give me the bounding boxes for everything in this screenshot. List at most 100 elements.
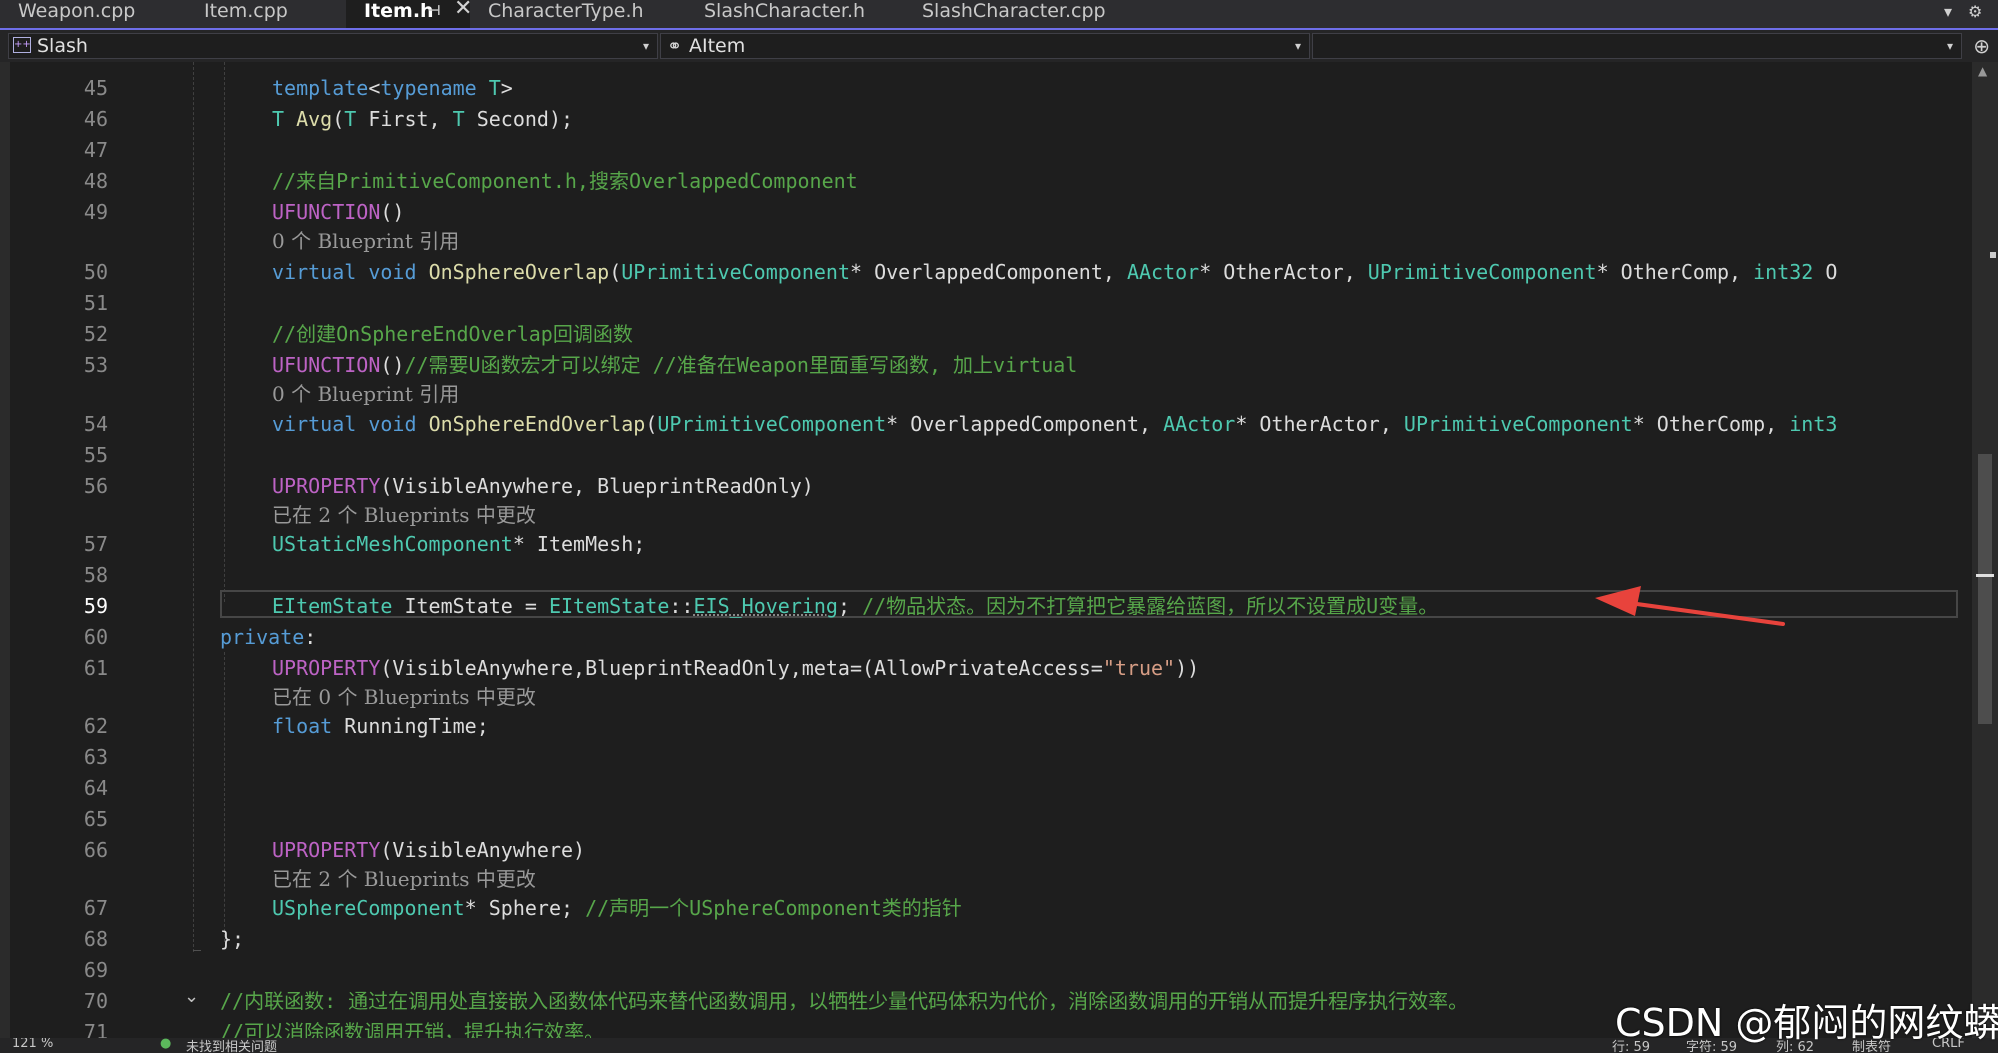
code-line-52-comment: //创建OnSphereEndOverlap回调函数 <box>272 322 633 346</box>
code-line-71-comment: //可以消除函数调用开销，提升执行效率。 <box>220 1020 605 1038</box>
issues-status[interactable]: 未找到相关问题 <box>186 1038 277 1053</box>
line-number: 50 <box>83 260 108 284</box>
project-dropdown[interactable]: ++ Slash ▾ <box>8 33 658 59</box>
code-line-62: float RunningTime; <box>272 712 489 740</box>
tab-item-cpp[interactable]: Item.cpp <box>186 0 346 28</box>
indent-guide <box>224 62 225 602</box>
token: (VisibleAnywhere) <box>380 838 586 862</box>
function-name: OnSphereOverlap <box>428 260 610 284</box>
token: * Sphere; <box>464 896 574 920</box>
scrollbar-thumb[interactable] <box>1978 454 1992 724</box>
line-number: 64 <box>83 776 108 800</box>
type-token: UPrimitiveComponent <box>657 412 887 436</box>
line-number: 63 <box>83 745 108 769</box>
vertical-scrollbar[interactable]: ▲ <box>1972 62 1998 1038</box>
macro: UFUNCTION <box>272 200 381 224</box>
tab-label: Item.h <box>364 0 434 22</box>
token: ( <box>609 260 622 284</box>
token: First, <box>356 107 453 131</box>
string-literal: "true" <box>1102 656 1176 680</box>
enum-value: EIS_Hovering <box>693 594 838 618</box>
scroll-up-icon[interactable]: ▲ <box>1978 64 1987 78</box>
token: :: <box>669 594 694 618</box>
line-number: 70 <box>83 989 108 1013</box>
member-dropdown[interactable]: ▾ <box>1312 33 1962 59</box>
code-line-68: }; <box>220 927 245 951</box>
macro: UPROPERTY <box>272 656 381 680</box>
code-line-67: USphereComponent* Sphere; //声明一个USphereC… <box>272 894 962 922</box>
type-token: T <box>452 107 465 131</box>
line-number: 60 <box>83 625 108 649</box>
keyword: float <box>272 714 333 738</box>
class-icon: ⚭ <box>667 36 683 57</box>
caret-position-marker <box>1976 574 1994 577</box>
line-number: 66 <box>83 838 108 862</box>
line-number: 56 <box>83 474 108 498</box>
codelens-blueprint-refs[interactable]: 0 个 Blueprint 引用 <box>272 228 459 254</box>
line-number: 51 <box>83 291 108 315</box>
keyword: void <box>368 260 417 284</box>
line-number: 71 <box>83 1020 108 1038</box>
type-token: int3 <box>1789 412 1838 436</box>
scope-dropdown[interactable]: ⚭ AItem ▾ <box>660 33 1310 59</box>
tab-label: SlashCharacter.cpp <box>922 0 1106 22</box>
type-token: EItemState <box>272 594 393 618</box>
pin-icon[interactable]: ⊣ <box>428 0 441 22</box>
keyword: virtual <box>272 260 357 284</box>
code-line-46: T Avg(T First, T Second); <box>272 105 573 133</box>
type-token: UPrimitiveComponent <box>621 260 851 284</box>
csdn-watermark: CSDN @郁闷的网纹蟒 <box>1615 1001 1998 1045</box>
tab-charactertype-h[interactable]: CharacterType.h <box>470 0 706 28</box>
line-number: 61 <box>83 656 108 680</box>
token: )) <box>1175 656 1200 680</box>
code-line-53: UFUNCTION()//需要U函数宏才可以绑定 //准备在Weapon里面重写… <box>272 351 1077 379</box>
code-line-56: UPROPERTY(VisibleAnywhere, BlueprintRead… <box>272 472 814 500</box>
token: * OtherActor, <box>1199 260 1368 284</box>
editor-left-margin <box>0 62 10 1038</box>
check-icon: ● <box>160 1038 172 1051</box>
fold-collapse-icon[interactable]: ⌄ <box>184 986 199 1007</box>
function-name: Avg <box>284 107 333 131</box>
line-number-current: 59 <box>83 594 108 618</box>
macro: UPROPERTY <box>272 838 381 862</box>
token: * OtherComp, <box>1632 412 1790 436</box>
code-editor[interactable]: 45 46 47 48 49 50 51 52 53 54 55 56 57 5… <box>0 62 1998 1038</box>
breakpoint-gutter[interactable] <box>10 62 40 1038</box>
codelens-blueprint-changes[interactable]: 已在 0 个 Blueprints 中更改 <box>272 684 536 710</box>
token: ( <box>332 107 345 131</box>
code-line-49: UFUNCTION() <box>272 198 404 226</box>
gear-icon[interactable]: ⚙ <box>1968 2 1982 21</box>
code-line-54: virtual void OnSphereEndOverlap(UPrimiti… <box>272 410 1837 438</box>
line-number: 69 <box>83 958 108 982</box>
code-line-57: UStaticMeshComponent* ItemMesh; <box>272 530 645 558</box>
token: * OtherComp, <box>1596 260 1754 284</box>
type-token: UStaticMeshComponent <box>272 532 513 556</box>
keyword: virtual <box>272 412 357 436</box>
line-number: 46 <box>83 107 108 131</box>
line-number: 54 <box>83 412 108 436</box>
token: ( <box>645 412 658 436</box>
annotation-arrow <box>1595 586 1785 626</box>
split-window-icon[interactable]: ⊕ <box>1973 34 1990 58</box>
tab-weapon-cpp[interactable]: Weapon.cpp <box>0 0 200 28</box>
codelens-blueprint-changes[interactable]: 已在 2 个 Blueprints 中更改 <box>272 866 536 892</box>
tab-item-h[interactable]: Item.h ⊣ ✕ <box>346 0 478 28</box>
token: ; <box>837 594 851 618</box>
chevron-down-icon: ▾ <box>1294 39 1301 53</box>
codelens-blueprint-changes[interactable]: 已在 2 个 Blueprints 中更改 <box>272 502 536 528</box>
tab-slashcharacter-cpp[interactable]: SlashCharacter.cpp <box>904 0 1154 28</box>
tab-slashcharacter-h[interactable]: SlashCharacter.h <box>686 0 922 28</box>
keyword: typename <box>380 76 477 100</box>
tab-overflow-dropdown-icon[interactable]: ▾ <box>1944 2 1952 21</box>
codelens-blueprint-refs[interactable]: 0 个 Blueprint 引用 <box>272 381 459 407</box>
comment: //声明一个USphereComponent类的指针 <box>573 896 962 920</box>
token: * ItemMesh; <box>512 532 646 556</box>
tab-label: SlashCharacter.h <box>704 0 866 22</box>
code-line-66: UPROPERTY(VisibleAnywhere) <box>272 836 585 864</box>
function-name: OnSphereEndOverlap <box>428 412 646 436</box>
zoom-level[interactable]: 121 % <box>12 1038 53 1051</box>
chevron-down-icon: ▾ <box>1946 39 1953 53</box>
type-token: USphereComponent <box>272 896 465 920</box>
